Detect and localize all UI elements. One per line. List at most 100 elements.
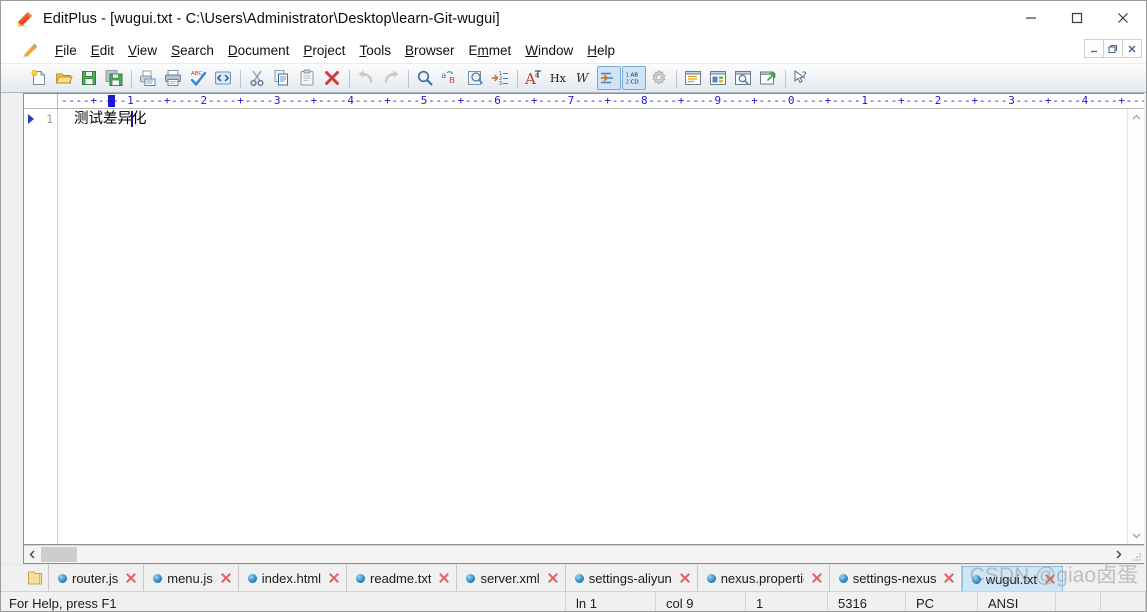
tab-settings-nexus[interactable]: settings-nexus. [830, 565, 962, 591]
vertical-scrollbar[interactable] [1127, 109, 1144, 544]
context-help-icon[interactable]: ? [790, 66, 814, 90]
line-numbers-icon[interactable]: 1 2 AB CD [622, 66, 646, 90]
paste-icon[interactable] [295, 66, 319, 90]
toolbar-separator [404, 68, 413, 88]
editplus-window: EditPlus - [wugui.txt - C:\Users\Adminis… [0, 0, 1147, 612]
tab-readme-txt[interactable]: readme.txt [347, 565, 458, 591]
menu-document[interactable]: Document [221, 41, 297, 60]
tab-settings-aliyun[interactable]: settings-aliyun. [566, 565, 698, 591]
find-icon[interactable] [413, 66, 437, 90]
line-number: 1 [46, 112, 53, 126]
minimize-button[interactable] [1008, 1, 1054, 34]
code-area[interactable]: 测试差异 化 [58, 109, 1144, 544]
word-wrap-icon[interactable]: W [572, 66, 596, 90]
fold-marker-icon[interactable] [28, 114, 34, 124]
tab-close-icon[interactable] [679, 572, 691, 584]
svg-text:1: 1 [626, 73, 630, 79]
tab-close-icon[interactable] [811, 572, 823, 584]
folder-icon[interactable] [23, 565, 49, 591]
tab-close-icon[interactable] [220, 572, 232, 584]
toolbar-separator [513, 68, 522, 88]
tab-nexus-properties[interactable]: nexus.propertie [698, 565, 830, 591]
horizontal-scroll-thumb[interactable] [41, 547, 77, 562]
tab-router-js[interactable]: router.js [49, 565, 145, 591]
resize-grip-icon[interactable] [1132, 549, 1142, 561]
scroll-up-icon[interactable] [1128, 109, 1145, 126]
tab-close-icon[interactable] [328, 572, 340, 584]
tab-label: wugui.txt [985, 571, 1037, 587]
menu-tools[interactable]: Tools [352, 41, 398, 60]
browser-preview-icon[interactable] [756, 66, 780, 90]
replace-icon[interactable]: a B [438, 66, 462, 90]
svg-text:3: 3 [499, 81, 502, 87]
clip-library-icon[interactable] [731, 66, 755, 90]
new-file-icon[interactable] [27, 66, 51, 90]
menu-search[interactable]: Search [164, 41, 221, 60]
menu-emmet[interactable]: Emmet [461, 41, 518, 60]
mdi-restore-button[interactable] [1103, 39, 1123, 58]
toolbar: ABC a B 1 2 3 A a Hx W 1 2 AB CD ? [1, 63, 1146, 93]
window-controls [1008, 1, 1146, 34]
mdi-minimize-button[interactable] [1084, 39, 1104, 58]
column-ruler: ----+----1----+----2----+----3----+----4… [24, 94, 1144, 109]
close-button[interactable] [1100, 1, 1146, 34]
menu-browser[interactable]: Browser [398, 41, 462, 60]
menu-file[interactable]: File [48, 41, 84, 60]
tab-close-icon[interactable] [1044, 573, 1056, 585]
font-icon[interactable]: A a [522, 66, 546, 90]
status-platform: PC [906, 592, 978, 611]
menu-edit[interactable]: Edit [84, 41, 121, 60]
tab-label: router.js [72, 570, 119, 586]
tab-close-icon[interactable] [943, 572, 955, 584]
svg-text:2: 2 [626, 80, 630, 86]
tab-close-icon[interactable] [547, 572, 559, 584]
delete-icon[interactable] [320, 66, 344, 90]
tab-menu-js[interactable]: menu.js [144, 565, 239, 591]
cut-icon[interactable] [245, 66, 269, 90]
undo-icon[interactable] [354, 66, 378, 90]
menu-view[interactable]: View [121, 41, 164, 60]
tab-close-icon[interactable] [125, 572, 137, 584]
file-dot-icon [153, 573, 163, 583]
menu-project[interactable]: Project [296, 41, 352, 60]
scroll-right-icon[interactable] [1110, 546, 1127, 563]
file-dot-icon [971, 574, 981, 584]
maximize-button[interactable] [1054, 1, 1100, 34]
tab-label: readme.txt [370, 570, 432, 586]
preferences-icon[interactable] [647, 66, 671, 90]
open-file-icon[interactable] [52, 66, 76, 90]
scroll-down-icon[interactable] [1128, 527, 1145, 544]
print-preview-icon[interactable] [136, 66, 160, 90]
hex-view-icon[interactable]: Hx [547, 66, 571, 90]
menu-window[interactable]: Window [518, 41, 580, 60]
ruler-cursor-marker [108, 95, 115, 107]
code-text-before-caret: 测试差异 [74, 111, 132, 127]
mdi-close-button[interactable] [1122, 39, 1142, 58]
auto-indent-icon[interactable] [597, 66, 621, 90]
menu-bar: File Edit View Search Document Project T… [1, 37, 1146, 63]
scroll-left-icon[interactable] [24, 546, 41, 563]
tab-server-xml[interactable]: server.xml [457, 565, 566, 591]
view-source-icon[interactable] [211, 66, 235, 90]
menu-help[interactable]: Help [580, 41, 622, 60]
goto-line-icon[interactable]: 1 2 3 [488, 66, 512, 90]
redo-icon[interactable] [379, 66, 403, 90]
editor-body[interactable]: 1 测试差异 化 [24, 109, 1144, 544]
save-all-icon[interactable] [102, 66, 126, 90]
code-text-after-caret: 化 [132, 111, 147, 127]
tab-wugui-txt[interactable]: wugui.txt [961, 566, 1063, 591]
find-in-files-icon[interactable] [463, 66, 487, 90]
status-bar: For Help, press F1 ln 1 col 9 1 5316 PC … [1, 591, 1146, 611]
tab-close-icon[interactable] [438, 572, 450, 584]
document-selector-icon[interactable] [681, 66, 705, 90]
spell-check-icon[interactable]: ABC [186, 66, 210, 90]
output-window-icon[interactable] [706, 66, 730, 90]
editor-pane: ----+----1----+----2----+----3----+----4… [23, 93, 1144, 545]
tab-index-html[interactable]: index.html [239, 565, 348, 591]
save-icon[interactable] [77, 66, 101, 90]
horizontal-scrollbar[interactable] [24, 545, 1144, 562]
code-line[interactable]: 测试差异 化 [74, 109, 1144, 129]
print-icon[interactable] [161, 66, 185, 90]
status-extra-2 [1101, 592, 1146, 611]
copy-icon[interactable] [270, 66, 294, 90]
